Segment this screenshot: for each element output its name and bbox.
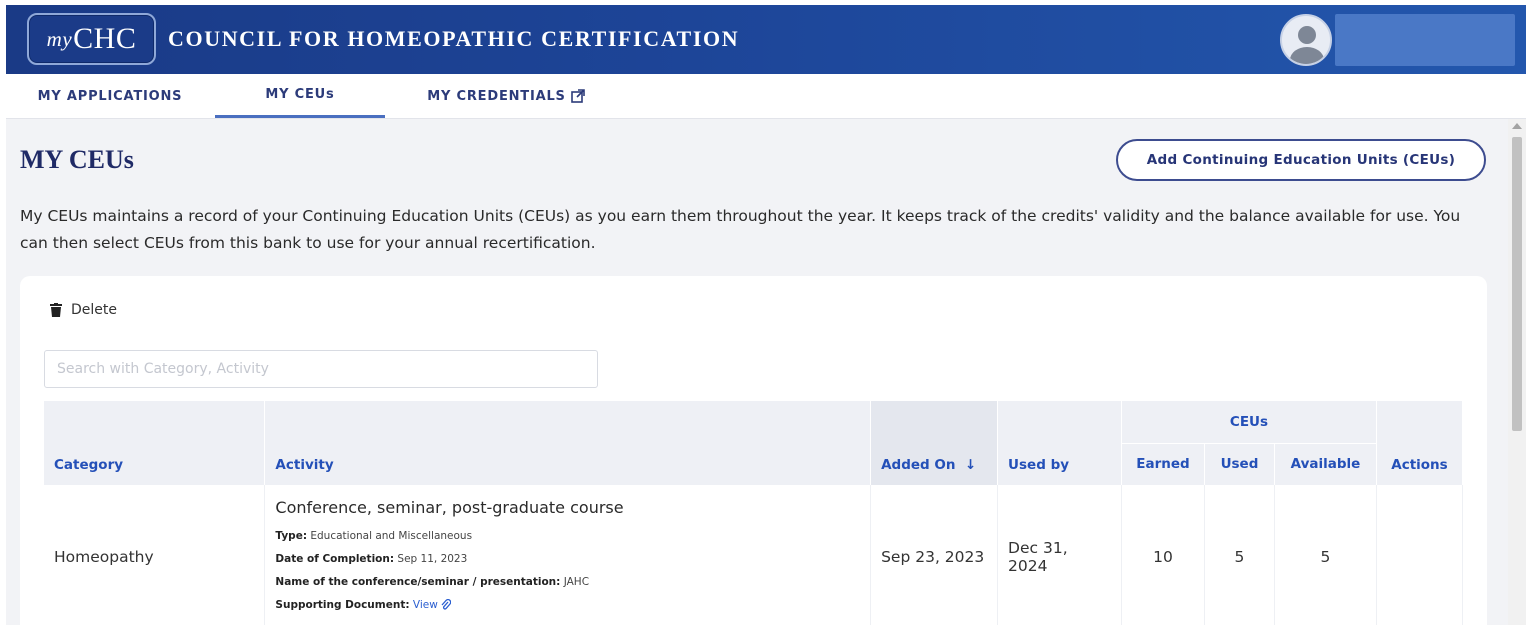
add-ceus-button[interactable]: Add Continuing Education Units (CEUs) [1116, 139, 1486, 181]
ceus-table: Category Activity Added On ↓ Used by CEU… [44, 401, 1464, 625]
top-header: my CHC COUNCIL FOR HOMEOPATHIC CERTIFICAT… [6, 5, 1526, 74]
external-link-icon [570, 89, 585, 103]
search-input[interactable] [44, 350, 598, 388]
activity-name: Name of the conference/seminar / present… [275, 575, 590, 588]
cell-used-by: Dec 31, 2024 [997, 485, 1122, 625]
logo-chc-text: CHC [73, 22, 137, 55]
tab-my-ceus[interactable]: MY CEUs [215, 74, 385, 118]
cell-earned: 10 [1121, 485, 1205, 625]
scroll-thumb[interactable] [1512, 137, 1522, 431]
paperclip-icon [441, 598, 452, 610]
table-row[interactable]: Homeopathy Conference, seminar, post-gra… [44, 485, 1464, 625]
avatar-body [1290, 47, 1324, 64]
main-content: MY CEUs Add Continuing Education Units (… [6, 119, 1508, 625]
cell-available: 5 [1274, 485, 1377, 625]
ceus-card: Delete Category Activity Added On ↓ Used… [20, 276, 1487, 625]
sort-down-icon: ↓ [964, 457, 977, 473]
scroll-up-arrow-icon[interactable] [1512, 123, 1522, 129]
page-description: My CEUs maintains a record of your Conti… [20, 207, 1461, 252]
user-avatar-icon[interactable] [1280, 14, 1332, 66]
column-header-actions: Actions [1376, 401, 1464, 485]
cell-activity: Conference, seminar, post-graduate cours… [264, 485, 872, 625]
column-group-ceus: CEUs [1121, 401, 1377, 444]
activity-type: Type: Educational and Miscellaneous [275, 529, 473, 542]
organization-title: COUNCIL FOR HOMEOPATHIC CERTIFICATION [168, 26, 740, 51]
cell-added-on: Sep 23, 2023 [870, 485, 999, 625]
page-title: MY CEUs [20, 145, 134, 174]
avatar-head [1298, 26, 1316, 44]
trash-icon [50, 303, 62, 317]
cell-category: Homeopathy [44, 485, 266, 625]
column-header-added-on[interactable]: Added On ↓ [870, 401, 999, 485]
cell-actions [1376, 485, 1464, 625]
cell-used: 5 [1204, 485, 1275, 625]
activity-title: Conference, seminar, post-graduate cours… [275, 497, 624, 517]
logo-my-text: my [46, 26, 73, 51]
tab-label: MY CEUs [265, 87, 335, 102]
delete-label: Delete [71, 302, 117, 318]
column-header-available[interactable]: Available [1274, 443, 1377, 485]
column-header-used[interactable]: Used [1204, 443, 1275, 485]
tab-label: MY CREDENTIALS [427, 88, 566, 104]
mychc-logo[interactable]: my CHC [27, 13, 156, 65]
tab-my-credentials[interactable]: MY CREDENTIALS [386, 74, 626, 118]
column-header-earned[interactable]: Earned [1121, 443, 1205, 485]
column-header-category[interactable]: Category [44, 401, 266, 485]
tab-label: MY APPLICATIONS [37, 88, 183, 104]
user-name-box[interactable] [1335, 14, 1515, 66]
activity-document: Supporting Document: View [275, 594, 860, 617]
vertical-scrollbar[interactable] [1508, 119, 1526, 625]
activity-date: Date of Completion: Sep 11, 2023 [275, 552, 468, 565]
delete-button[interactable]: Delete [50, 302, 117, 318]
view-document-link[interactable]: View [413, 598, 452, 611]
column-header-used-by[interactable]: Used by [997, 401, 1122, 485]
column-header-activity[interactable]: Activity [264, 401, 872, 485]
tab-my-applications[interactable]: MY APPLICATIONS [6, 74, 214, 118]
nav-tabs: MY APPLICATIONS MY CEUs MY CREDENTIALS [6, 74, 1526, 119]
